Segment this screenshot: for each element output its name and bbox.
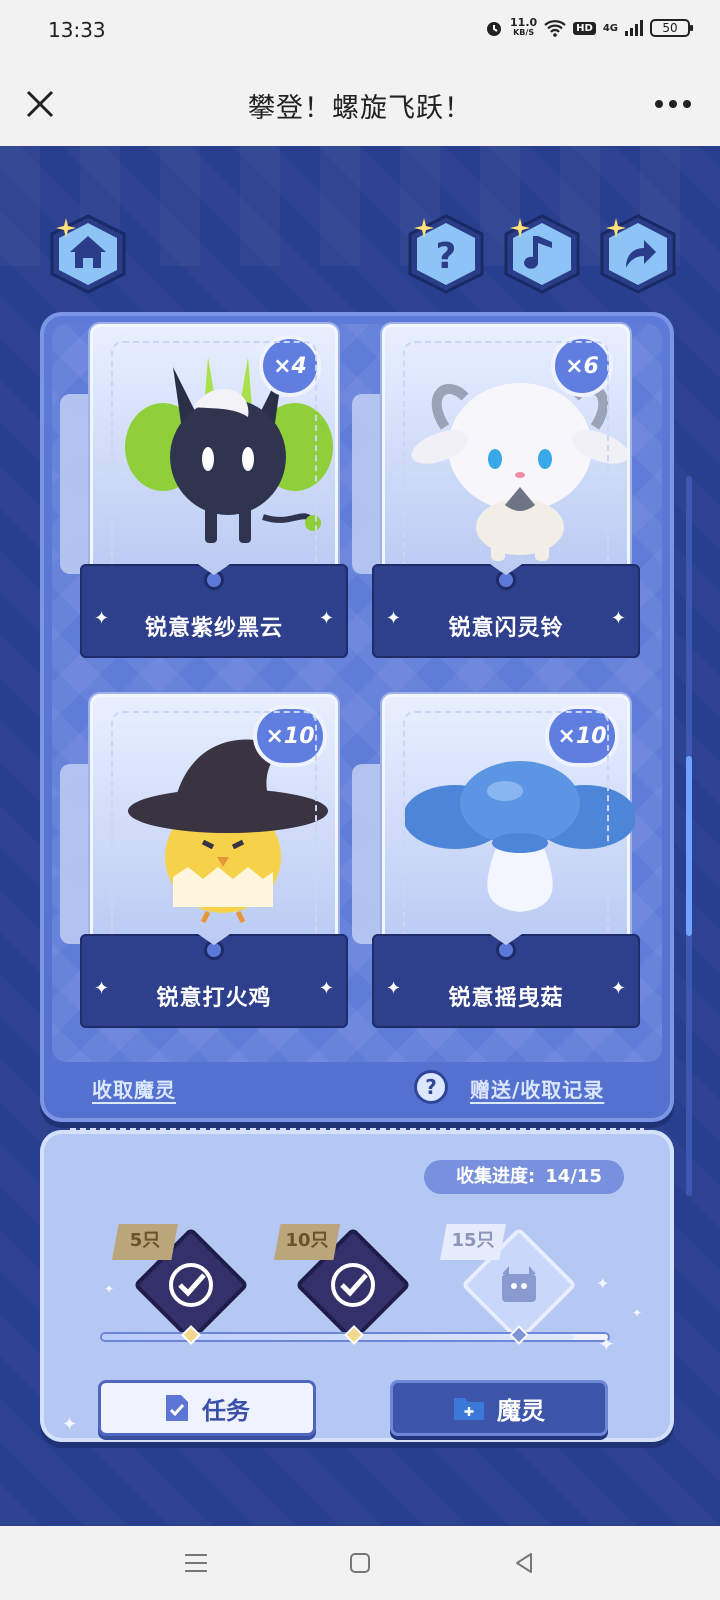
card-front: ×6 bbox=[382, 324, 630, 594]
milestone-tag: 5只 bbox=[112, 1224, 178, 1260]
status-time: 13:33 bbox=[48, 18, 106, 42]
milestone-reward[interactable]: 5只 bbox=[112, 1224, 249, 1343]
question-icon: ? bbox=[408, 214, 484, 294]
wifi-icon bbox=[544, 20, 566, 37]
music-icon bbox=[504, 214, 580, 294]
game-area: ? ×4 ✦ 锐意紫纱黑云 ✦ ×6 ✦ 锐意闪灵铃 ✦ ×10 ✦ 锐意打火鸡… bbox=[0, 146, 720, 1526]
milestone-tag: 15只 bbox=[440, 1224, 506, 1260]
sparkle-icon: ✦ bbox=[632, 1306, 643, 1320]
milestone-reward[interactable]: 10只 bbox=[274, 1224, 411, 1343]
milestone-reward[interactable]: 15只 bbox=[440, 1224, 577, 1343]
card-name: 锐意闪灵铃 bbox=[448, 616, 564, 641]
sparkle-icon: ✦ bbox=[598, 1332, 615, 1356]
sparkle-icon: ✦ bbox=[610, 608, 626, 629]
progress-fill bbox=[102, 1334, 575, 1340]
card-front: ×10 bbox=[382, 694, 635, 964]
alarm-icon bbox=[487, 22, 502, 36]
spirit-button[interactable]: 魔灵 bbox=[390, 1380, 608, 1436]
sparkle-icon: ✦ bbox=[104, 1282, 115, 1296]
net-speed: 11.0 KB/S bbox=[510, 16, 538, 37]
hd-badge: HD bbox=[573, 21, 596, 35]
spirit-button-label: 魔灵 bbox=[497, 1396, 545, 1425]
home-button[interactable] bbox=[46, 212, 130, 296]
count-badge: ×10 bbox=[545, 705, 619, 767]
progress-badge: 收集进度: 14/15 bbox=[424, 1160, 624, 1194]
bell-goat-creature-icon bbox=[411, 383, 629, 561]
help-button[interactable]: ? bbox=[404, 212, 488, 296]
back-nav-button[interactable] bbox=[504, 1543, 544, 1583]
document-icon bbox=[166, 1395, 188, 1421]
gift-box-icon bbox=[502, 1266, 536, 1302]
more-icon bbox=[655, 100, 691, 108]
spirit-card[interactable]: ×10 ✦ 锐意打火鸡 ✦ bbox=[60, 694, 350, 1034]
fire-chick-creature-icon bbox=[128, 725, 328, 924]
battery-icon: 50 bbox=[650, 19, 693, 37]
title-bar: 攀登！螺旋飞跃！ bbox=[0, 62, 720, 146]
music-button[interactable] bbox=[500, 212, 584, 296]
sparkle-icon: ✦ bbox=[318, 978, 334, 999]
folder-add-icon bbox=[454, 1398, 484, 1420]
status-bar: 13:33 11.0 KB/S HD 4G 50 bbox=[0, 0, 720, 62]
collect-spirit-link[interactable]: 收取魔灵 bbox=[92, 1074, 176, 1103]
progress-value: 14/15 bbox=[545, 1166, 602, 1187]
gift-history-link[interactable]: 赠送/收取记录 bbox=[470, 1074, 604, 1103]
card-name-plate: ✦ 锐意摇曳菇 ✦ bbox=[372, 934, 640, 1028]
sparkle-icon: ✦ bbox=[596, 1274, 610, 1293]
card-front: ×4 bbox=[90, 324, 338, 594]
svg-text:?: ? bbox=[436, 236, 457, 277]
sparkle-icon: ✦ bbox=[318, 608, 334, 629]
home-icon bbox=[50, 214, 126, 294]
card-name-plate: ✦ 锐意紫纱黑云 ✦ bbox=[80, 564, 348, 658]
check-icon bbox=[331, 1263, 375, 1307]
help-question-icon[interactable]: ? bbox=[414, 1070, 448, 1104]
task-button-label: 任务 bbox=[202, 1396, 250, 1425]
card-front: ×10 bbox=[90, 694, 338, 964]
check-icon bbox=[169, 1263, 213, 1307]
count-badge: ×4 bbox=[259, 335, 321, 397]
card-name: 锐意紫纱黑云 bbox=[144, 616, 283, 641]
task-button[interactable]: 任务 bbox=[98, 1380, 316, 1436]
share-icon bbox=[600, 214, 676, 294]
sparkle-icon: ✦ bbox=[62, 1414, 78, 1435]
network-type: 4G bbox=[602, 22, 618, 34]
card-name: 锐意打火鸡 bbox=[156, 986, 272, 1011]
more-button[interactable] bbox=[650, 84, 696, 124]
menu-nav-button[interactable] bbox=[176, 1543, 216, 1583]
milestone-tag: 10只 bbox=[274, 1224, 340, 1260]
page-title: 攀登！螺旋飞跃！ bbox=[248, 93, 472, 124]
status-icons: 11.0 KB/S HD 4G 50 bbox=[485, 16, 693, 38]
collection-progress-panel: 收集进度: 14/15 5只 10只 15只 任务 魔灵 bbox=[40, 1128, 674, 1442]
count-badge: ×6 bbox=[551, 335, 613, 397]
back-triangle-icon bbox=[516, 1553, 532, 1573]
spirit-card[interactable]: ×10 ✦ 锐意摇曳菇 ✦ bbox=[352, 694, 642, 1034]
menu-icon bbox=[185, 1554, 207, 1572]
progress-label: 收集进度: bbox=[456, 1166, 536, 1187]
share-button[interactable] bbox=[596, 212, 680, 296]
square-icon bbox=[350, 1553, 370, 1573]
spirit-card[interactable]: ×6 ✦ 锐意闪灵铃 ✦ bbox=[352, 324, 642, 664]
dark-cloud-creature-icon bbox=[125, 357, 333, 543]
count-badge: ×10 bbox=[253, 705, 327, 767]
sparkle-icon: ✦ bbox=[610, 978, 626, 999]
scrollbar-thumb[interactable] bbox=[686, 756, 692, 936]
signal-icon bbox=[625, 20, 643, 36]
spirit-card[interactable]: ×4 ✦ 锐意紫纱黑云 ✦ bbox=[60, 324, 350, 664]
system-nav-bar bbox=[0, 1526, 720, 1600]
swaying-mushroom-creature-icon bbox=[405, 761, 635, 912]
card-name-plate: ✦ 锐意打火鸡 ✦ bbox=[80, 934, 348, 1028]
card-name-plate: ✦ 锐意闪灵铃 ✦ bbox=[372, 564, 640, 658]
card-name: 锐意摇曳菇 bbox=[448, 986, 564, 1011]
home-nav-button[interactable] bbox=[340, 1543, 380, 1583]
